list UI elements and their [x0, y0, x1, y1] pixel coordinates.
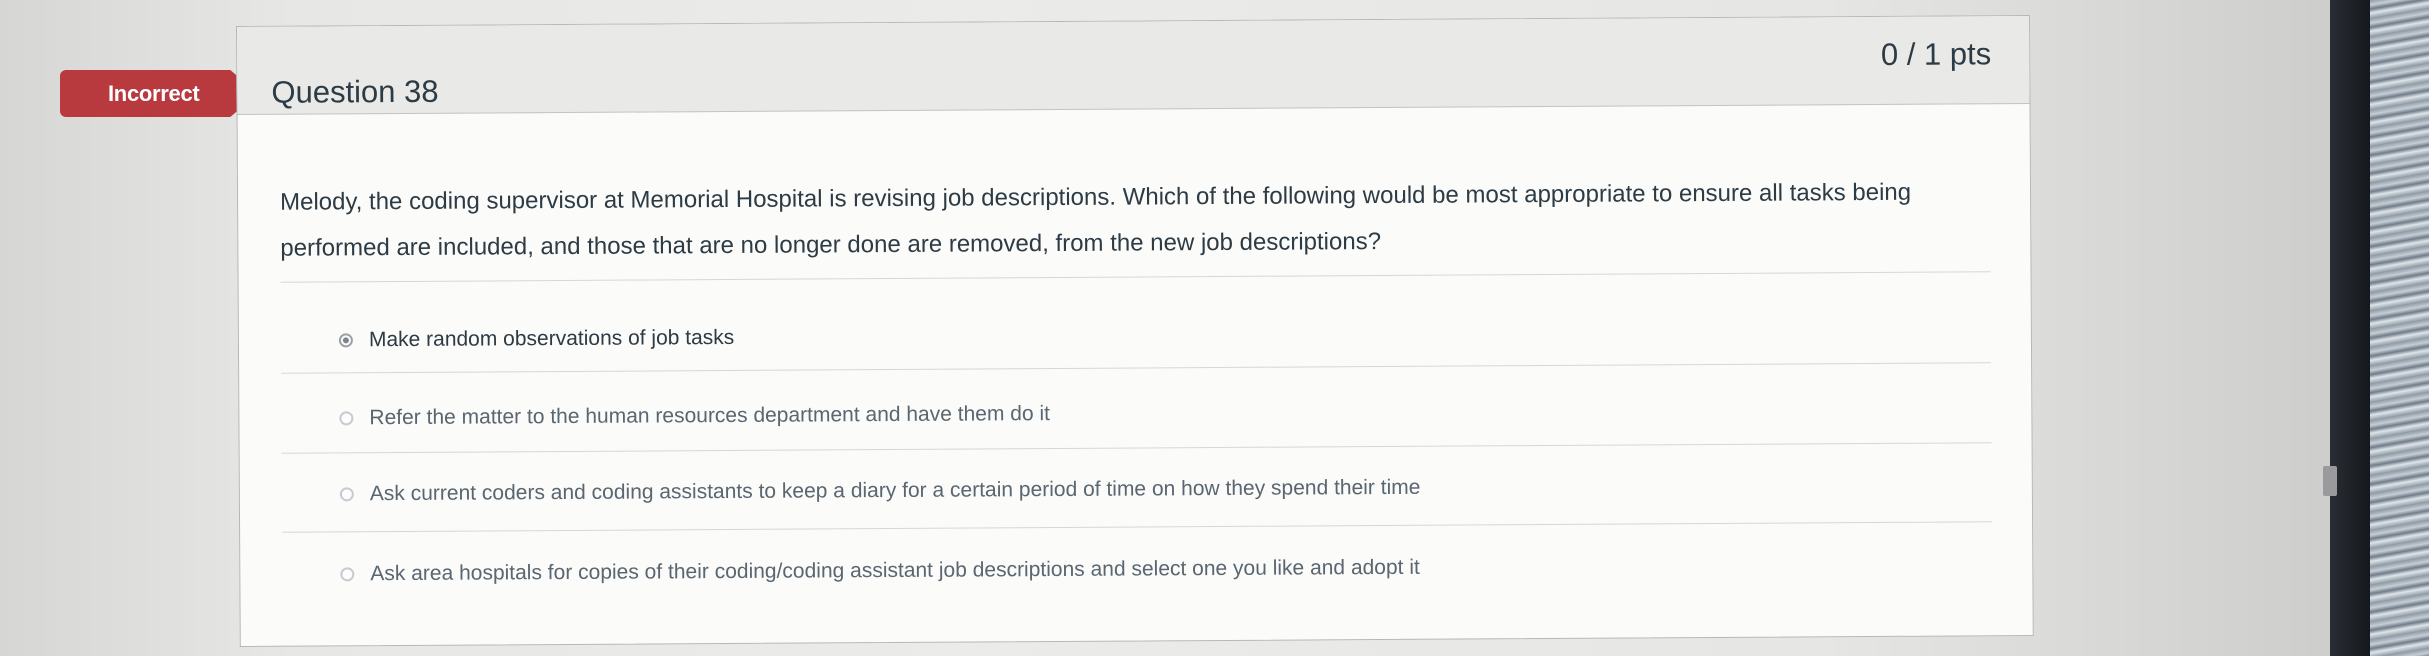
background-scenery — [2370, 0, 2429, 656]
radio-icon[interactable] — [340, 567, 355, 582]
answer-option-4[interactable]: Ask area hospitals for copies of their c… — [340, 556, 1420, 587]
answer-option-3[interactable]: Ask current coders and coding assistants… — [339, 475, 1421, 507]
monitor-bezel — [2330, 0, 2370, 656]
question-header: Question 38 0 / 1 pts — [237, 16, 2030, 115]
incorrect-label: Incorrect — [108, 80, 200, 106]
divider — [280, 271, 1991, 283]
scrollbar-thumb[interactable] — [2323, 466, 2337, 496]
answer-label: Ask area hospitals for copies of their c… — [370, 555, 1420, 586]
divider — [281, 362, 1992, 374]
question-points: 0 / 1 pts — [1880, 36, 1992, 72]
radio-icon[interactable] — [339, 411, 354, 426]
question-card: Question 38 0 / 1 pts Melody, the coding… — [236, 15, 2034, 647]
question-text: Melody, the coding supervisor at Memoria… — [279, 178, 1912, 262]
radio-selected-icon[interactable] — [338, 333, 353, 348]
divider — [282, 521, 1993, 533]
question-title: Question 38 — [271, 73, 439, 110]
incorrect-status-flag: Incorrect — [60, 70, 258, 117]
answer-label: Ask current coders and coding assistants… — [369, 475, 1421, 506]
answer-option-2[interactable]: Refer the matter to the human resources … — [339, 402, 1050, 430]
answer-label: Make random observations of job tasks — [368, 325, 735, 352]
answer-label: Refer the matter to the human resources … — [369, 402, 1050, 430]
radio-icon[interactable] — [339, 487, 354, 502]
answer-option-1[interactable]: Make random observations of job tasks — [338, 325, 735, 352]
divider — [281, 442, 1992, 454]
